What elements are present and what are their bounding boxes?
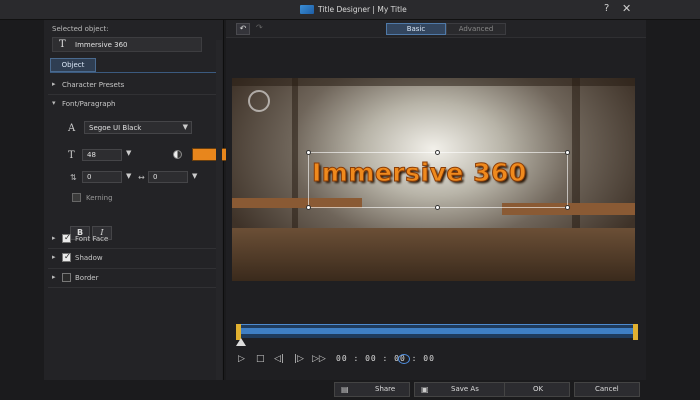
- tab-advanced[interactable]: Advanced: [446, 23, 506, 35]
- footer-bar: ▤ Share ▣ Save As OK Cancel: [226, 380, 646, 400]
- font-icon: A: [68, 123, 76, 134]
- shadow-checkbox[interactable]: [62, 252, 71, 262]
- section-label: Shadow: [75, 254, 103, 262]
- collapse-arrow-icon[interactable]: ▾: [52, 99, 56, 107]
- kerning-checkbox[interactable]: [72, 193, 81, 202]
- title-text[interactable]: Immersive 360: [312, 158, 572, 188]
- editor-toolbar: ↶ ↷ Basic Advanced: [226, 20, 646, 38]
- line-spacing-value: 0: [87, 173, 92, 181]
- expand-arrow-icon[interactable]: ▸: [52, 253, 56, 261]
- char-spacing-field[interactable]: 0: [148, 171, 188, 183]
- resize-handle[interactable]: [565, 150, 570, 155]
- editor-area: ↶ ↷ Basic Advanced Immersive 360 ▷ □ ◁| …: [226, 20, 646, 380]
- close-button[interactable]: ✕: [622, 2, 631, 15]
- section-label: Font Face: [75, 235, 109, 243]
- tab-underline: [50, 72, 216, 73]
- save-as-label: Save As: [451, 385, 479, 393]
- chevron-down-icon[interactable]: ▼: [183, 123, 188, 131]
- panel-scrollbar[interactable]: [216, 40, 222, 380]
- timecode-display: 00 : 00 : 00 : 00: [336, 354, 435, 363]
- line-spacing-icon: ⇅: [70, 173, 77, 182]
- share-label: Share: [375, 385, 396, 393]
- selected-object-value: Immersive 360: [75, 41, 128, 49]
- previous-frame-icon[interactable]: ◁|: [274, 354, 284, 364]
- section-character-presets[interactable]: ▸ Character Presets: [48, 78, 216, 92]
- save-icon: ▣: [421, 385, 429, 394]
- cancel-button[interactable]: Cancel: [574, 382, 640, 397]
- section-font-face[interactable]: ▸ Font Face: [48, 232, 216, 246]
- font-family-value: Segoe UI Black: [89, 124, 142, 132]
- selected-object-field[interactable]: T Immersive 360: [52, 37, 202, 52]
- next-frame-icon[interactable]: |▷: [294, 354, 304, 364]
- 360-view-handle-icon[interactable]: [248, 90, 270, 112]
- share-icon: ▤: [341, 385, 349, 394]
- line-spacing-dropdown-icon[interactable]: ▼: [126, 172, 131, 180]
- kerning-label: Kerning: [86, 194, 113, 202]
- title-bar: Title Designer | My Title ? ✕: [0, 0, 700, 20]
- resize-handle[interactable]: [306, 150, 311, 155]
- 360-view-icon[interactable]: [398, 354, 410, 364]
- title-preview-canvas[interactable]: Immersive 360: [232, 78, 635, 281]
- stop-icon[interactable]: □: [256, 354, 265, 364]
- floor: [232, 228, 635, 281]
- cancel-label: Cancel: [595, 385, 619, 393]
- section-label: Font/Paragraph: [62, 100, 116, 108]
- resize-handle[interactable]: [306, 205, 311, 210]
- font-face-checkbox[interactable]: [62, 233, 71, 243]
- divider: [48, 248, 216, 249]
- font-color-swatch[interactable]: [192, 148, 230, 161]
- undo-button[interactable]: ↶: [236, 23, 250, 35]
- tab-basic[interactable]: Basic: [386, 23, 446, 35]
- expand-arrow-icon[interactable]: ▸: [52, 80, 56, 88]
- expand-arrow-icon[interactable]: ▸: [52, 234, 56, 242]
- section-border[interactable]: ▸ Border: [48, 271, 216, 285]
- font-size-icon: T: [68, 150, 75, 161]
- fast-forward-icon[interactable]: ▷▷: [312, 354, 326, 364]
- divider: [48, 268, 216, 269]
- font-size-dropdown-icon[interactable]: ▼: [126, 149, 131, 157]
- font-color-icon: [173, 150, 182, 159]
- char-spacing-dropdown-icon[interactable]: ▼: [192, 172, 197, 180]
- font-family-select[interactable]: Segoe UI Black ▼: [84, 121, 192, 134]
- section-shadow[interactable]: ▸ Shadow: [48, 251, 216, 265]
- window-title: Title Designer | My Title: [318, 5, 407, 14]
- expand-arrow-icon[interactable]: ▸: [52, 273, 56, 281]
- playhead-slider[interactable]: [236, 338, 246, 346]
- properties-panel: Selected object: T Immersive 360 Object …: [44, 20, 230, 380]
- selected-object-label: Selected object:: [52, 25, 109, 33]
- timeline-clip[interactable]: [238, 328, 636, 334]
- share-button[interactable]: ▤ Share: [334, 382, 410, 397]
- section-label: Character Presets: [62, 81, 125, 89]
- help-button[interactable]: ?: [604, 3, 609, 14]
- divider: [48, 94, 216, 95]
- section-font-paragraph[interactable]: ▾ Font/Paragraph: [48, 97, 216, 111]
- line-spacing-field[interactable]: 0: [82, 171, 122, 183]
- out-marker[interactable]: [633, 324, 638, 340]
- border-checkbox[interactable]: [62, 273, 71, 282]
- ok-label: OK: [533, 385, 544, 393]
- resize-handle[interactable]: [435, 150, 440, 155]
- tab-object[interactable]: Object: [50, 58, 96, 72]
- timeline-track[interactable]: [236, 324, 638, 340]
- char-spacing-value: 0: [153, 173, 158, 181]
- resize-handle[interactable]: [435, 205, 440, 210]
- char-spacing-icon: ↔: [138, 173, 145, 182]
- section-label: Border: [75, 274, 99, 282]
- play-icon[interactable]: ▷: [238, 354, 245, 364]
- redo-button[interactable]: ↷: [256, 23, 263, 32]
- text-object-icon: T: [59, 39, 66, 50]
- ok-button[interactable]: OK: [504, 382, 570, 397]
- resize-handle[interactable]: [565, 205, 570, 210]
- font-size-value: 48: [87, 151, 96, 159]
- font-size-field[interactable]: 48: [82, 149, 122, 161]
- app-logo-icon: [300, 5, 314, 14]
- divider: [48, 287, 216, 288]
- save-as-button[interactable]: ▣ Save As: [414, 382, 514, 397]
